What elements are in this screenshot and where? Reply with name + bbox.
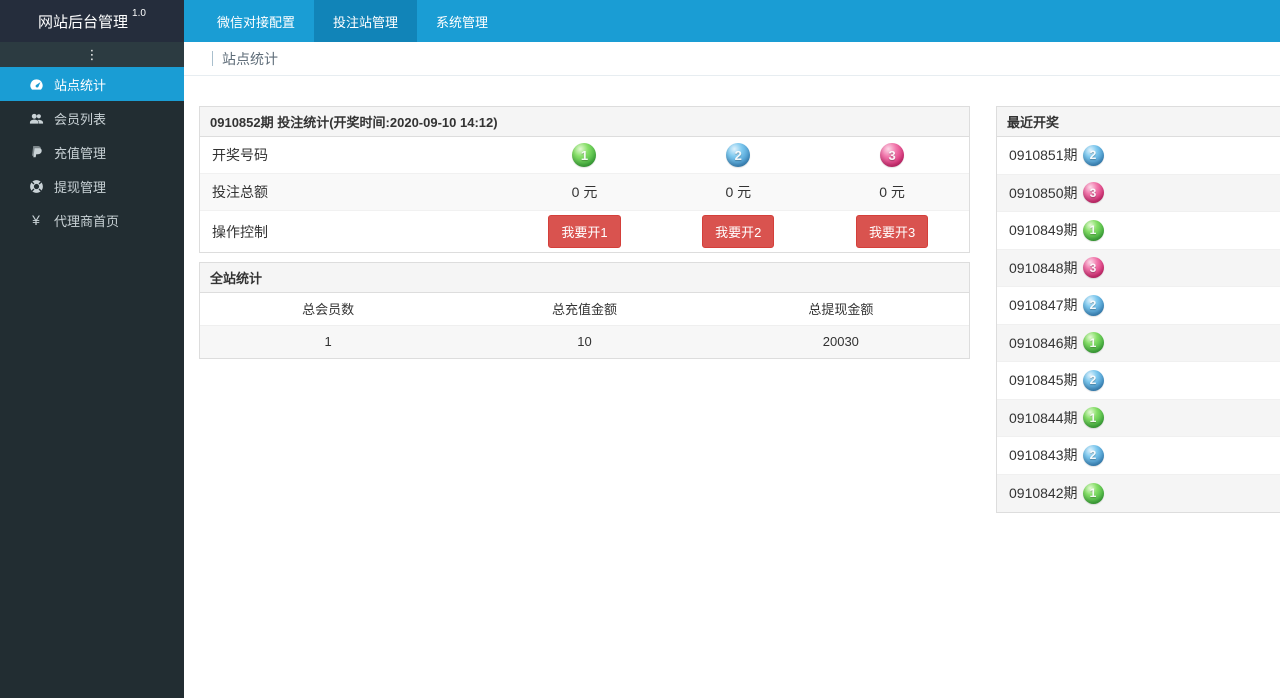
bet-amount-3: 0 元: [879, 184, 905, 200]
draw-list-item: 0910846期 1: [997, 324, 1280, 362]
lottery-ball-3: 3: [880, 143, 905, 167]
draw-period: 0910844期: [1009, 409, 1078, 426]
sidebar-item-label: 站点统计: [54, 77, 107, 93]
sidebar-item-agent-home[interactable]: ¥ 代理商首页: [0, 203, 184, 237]
brand-version: 1.0: [132, 8, 146, 19]
total-withdraw-value: 20030: [822, 334, 859, 349]
lottery-ball: 1: [1082, 482, 1104, 504]
lottery-ball: 1: [1082, 219, 1104, 241]
col-header-total-members: 总会员数: [302, 302, 355, 317]
breadcrumb-divider: [212, 51, 213, 66]
bet-amount-1: 0 元: [571, 184, 598, 200]
open-number-1-button[interactable]: 我要开1: [548, 215, 621, 248]
sidebar-item-label: 充值管理: [54, 145, 107, 161]
recent-draws-title: 最近开奖: [997, 107, 1280, 137]
controls-row: 操作控制 我要开1 我要开2 我要开3: [200, 211, 969, 252]
sidebar-menu: 站点统计 会员列表 充值管理 提现管理 ¥ 代理商首页: [0, 67, 184, 237]
ellipsis-vertical-icon: ⋮: [85, 47, 99, 62]
draw-period: 0910842期: [1009, 485, 1078, 502]
draw-list-item: 0910845期 2: [997, 362, 1280, 400]
draw-period: 0910845期: [1009, 372, 1078, 389]
page-title: 站点统计: [222, 50, 278, 67]
sidebar-item-withdraw[interactable]: 提现管理: [0, 169, 184, 203]
recent-draws-panel: 最近开奖 0910851期 2 0910850期 3 0910849期 1 09…: [996, 106, 1280, 513]
paypal-icon: [28, 144, 44, 160]
draw-period: 0910849期: [1009, 222, 1078, 239]
lottery-ball-2: 2: [726, 143, 751, 167]
draw-period: 0910846期: [1009, 334, 1078, 351]
lottery-ball: 2: [1082, 444, 1104, 466]
draw-list-item: 0910844期 1: [997, 399, 1280, 437]
sidebar-item-label: 会员列表: [54, 111, 107, 127]
sidebar-item-members[interactable]: 会员列表: [0, 101, 184, 135]
bet-amount-2: 0 元: [725, 184, 752, 200]
open-number-2-button[interactable]: 我要开2: [702, 215, 775, 248]
draw-numbers-row: 开奖号码 1 2 3: [200, 137, 969, 174]
sidebar: ⋮ 站点统计 会员列表 充值管理 提现管理 ¥ 代理商首页: [0, 42, 184, 698]
draw-period: 0910850期: [1009, 184, 1078, 201]
dashboard-icon: [28, 76, 44, 92]
draw-list-item: 0910851期 2: [997, 137, 1280, 175]
bet-stats-panel: 0910852期 投注统计(开奖时间:2020-09-10 14:12) 开奖号…: [199, 106, 970, 253]
lottery-ball: 1: [1082, 407, 1104, 429]
tab-wechat-config[interactable]: 微信对接配置: [198, 0, 314, 42]
breadcrumb: 站点统计: [184, 42, 1280, 76]
draw-list-item: 0910850期 3: [997, 174, 1280, 212]
row-label: 操作控制: [212, 223, 268, 240]
lottery-ball: 1: [1082, 332, 1104, 354]
brand-title: 网站后台管理: [38, 13, 129, 31]
yen-icon: ¥: [32, 212, 40, 228]
draw-period: 0910848期: [1009, 259, 1078, 276]
draw-period: 0910847期: [1009, 297, 1078, 314]
total-recharge-value: 10: [577, 334, 592, 349]
site-stats-title: 全站统计: [200, 263, 969, 293]
lottery-ball: 2: [1082, 294, 1104, 316]
lottery-ball: 2: [1082, 144, 1104, 166]
col-header-total-withdraw: 总提现金额: [808, 302, 874, 317]
draw-list-item: 0910842期 1: [997, 474, 1280, 512]
recent-draws-list: 0910851期 2 0910850期 3 0910849期 1 0910848…: [997, 137, 1280, 512]
sidebar-item-label: 提现管理: [54, 179, 107, 195]
top-nav: 微信对接配置 投注站管理 系统管理: [198, 0, 507, 42]
users-icon: [28, 110, 44, 126]
draw-list-item: 0910849期 1: [997, 212, 1280, 250]
lottery-ball: 3: [1082, 182, 1104, 204]
open-number-3-button[interactable]: 我要开3: [855, 215, 929, 248]
total-members-value: 1: [324, 334, 332, 349]
tab-betting-station[interactable]: 投注站管理: [314, 0, 418, 42]
site-stats-values-row: 1 10 20030: [200, 326, 969, 358]
app-header: 网站后台管理 1.0 微信对接配置 投注站管理 系统管理: [0, 0, 1280, 42]
tab-system[interactable]: 系统管理: [417, 0, 507, 42]
draw-list-item: 0910843期 2: [997, 437, 1280, 475]
main-content: 站点统计 0910852期 投注统计(开奖时间:2020-09-10 14:12…: [184, 42, 1280, 698]
sidebar-toggle[interactable]: ⋮: [0, 42, 184, 67]
draw-list-item: 0910847期 2: [997, 287, 1280, 325]
draw-period: 0910843期: [1009, 447, 1078, 464]
row-label: 开奖号码: [212, 147, 268, 163]
lottery-ball: 3: [1082, 257, 1104, 279]
sidebar-item-label: 代理商首页: [54, 213, 120, 229]
bet-panel-title: 0910852期 投注统计(开奖时间:2020-09-10 14:12): [200, 107, 969, 137]
brand-logo[interactable]: 网站后台管理 1.0: [0, 0, 184, 42]
sidebar-item-recharge[interactable]: 充值管理: [0, 135, 184, 169]
col-header-total-recharge: 总充值金额: [551, 302, 617, 317]
draw-period: 0910851期: [1009, 147, 1078, 164]
site-stats-panel: 全站统计 总会员数 总充值金额 总提现金额 1 10 20030: [199, 262, 970, 359]
draw-list-item: 0910848期 3: [997, 249, 1280, 287]
life-ring-icon: [28, 178, 44, 194]
lottery-ball: 2: [1082, 369, 1104, 391]
row-label: 投注总额: [212, 184, 268, 200]
lottery-ball-1: 1: [572, 143, 597, 167]
site-stats-header-row: 总会员数 总充值金额 总提现金额: [200, 293, 969, 326]
bet-amounts-row: 投注总额 0 元 0 元 0 元: [200, 174, 969, 211]
sidebar-item-site-stats[interactable]: 站点统计: [0, 67, 184, 101]
